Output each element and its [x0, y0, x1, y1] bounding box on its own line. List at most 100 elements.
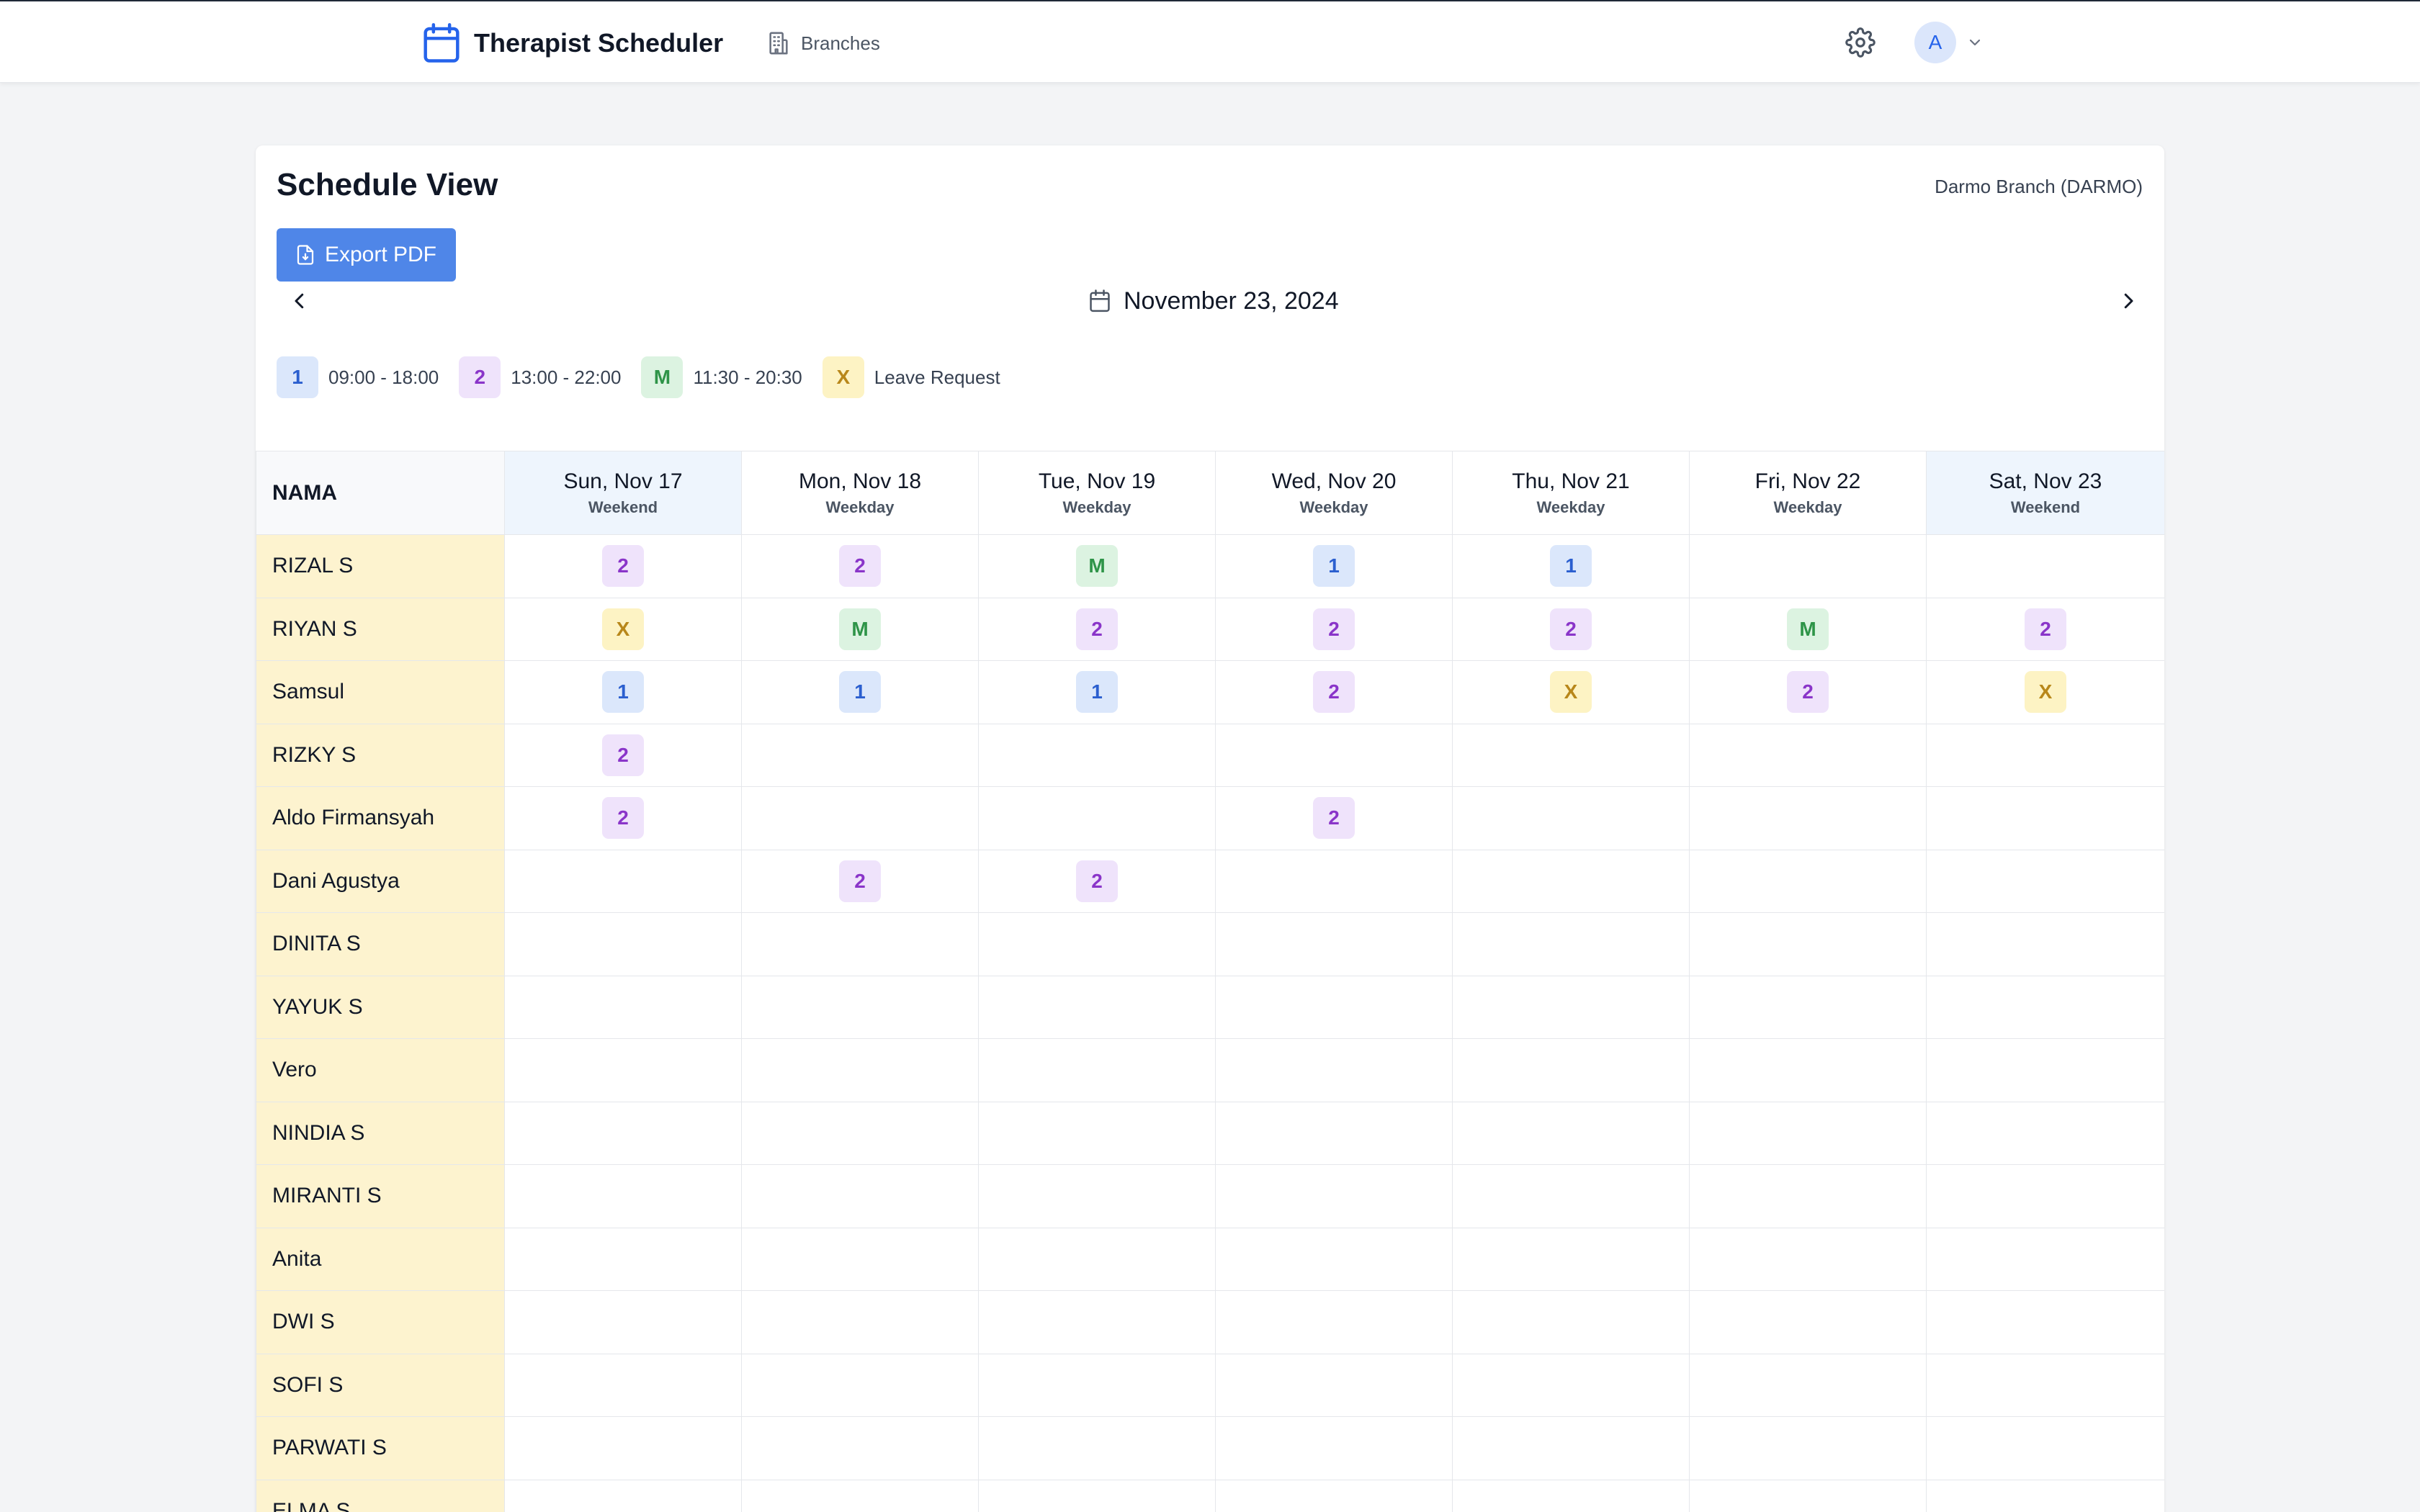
shift-badge[interactable]: 2 — [1076, 860, 1118, 902]
user-menu-button[interactable]: A — [1914, 22, 1984, 63]
schedule-cell[interactable] — [1215, 912, 1453, 976]
schedule-cell[interactable] — [1689, 1416, 1927, 1480]
schedule-cell[interactable]: 2 — [978, 597, 1216, 661]
schedule-cell[interactable] — [1689, 849, 1927, 913]
schedule-cell[interactable]: X — [1926, 660, 2164, 724]
schedule-cell[interactable] — [1452, 1227, 1690, 1291]
schedule-cell[interactable]: 2 — [504, 723, 742, 787]
schedule-cell[interactable] — [1215, 1290, 1453, 1354]
schedule-cell[interactable] — [1452, 975, 1690, 1039]
schedule-cell[interactable] — [1926, 1038, 2164, 1102]
shift-badge[interactable]: 1 — [1076, 671, 1118, 714]
schedule-cell[interactable] — [1926, 1479, 2164, 1512]
schedule-cell[interactable] — [1926, 1290, 2164, 1354]
schedule-cell[interactable] — [1689, 1038, 1927, 1102]
schedule-cell[interactable] — [1926, 849, 2164, 913]
shift-badge[interactable]: 2 — [839, 860, 881, 902]
schedule-cell[interactable] — [1215, 1479, 1453, 1512]
schedule-cell[interactable] — [741, 975, 979, 1039]
schedule-cell[interactable]: 2 — [504, 786, 742, 850]
schedule-cell[interactable] — [741, 1479, 979, 1512]
schedule-cell[interactable] — [978, 1101, 1216, 1165]
schedule-cell[interactable] — [1452, 1038, 1690, 1102]
shift-badge[interactable]: 2 — [1787, 671, 1829, 714]
schedule-cell[interactable] — [741, 912, 979, 976]
shift-badge[interactable]: 2 — [1313, 671, 1355, 714]
schedule-cell[interactable] — [741, 723, 979, 787]
shift-badge[interactable]: X — [2025, 671, 2066, 714]
schedule-cell[interactable] — [1215, 849, 1453, 913]
schedule-cell[interactable] — [504, 1479, 742, 1512]
shift-badge[interactable]: X — [602, 608, 644, 650]
schedule-cell[interactable] — [978, 1416, 1216, 1480]
shift-badge[interactable]: 2 — [1313, 608, 1355, 650]
schedule-cell[interactable] — [1689, 1353, 1927, 1417]
shift-badge[interactable]: M — [1076, 545, 1118, 588]
schedule-cell[interactable] — [1452, 849, 1690, 913]
schedule-cell[interactable] — [978, 912, 1216, 976]
shift-badge[interactable]: 2 — [1313, 797, 1355, 840]
nav-branches-link[interactable]: Branches — [766, 27, 880, 59]
schedule-cell[interactable] — [1452, 1290, 1690, 1354]
schedule-cell[interactable] — [1215, 1164, 1453, 1228]
schedule-cell[interactable]: 2 — [1689, 660, 1927, 724]
schedule-cell[interactable] — [1926, 1101, 2164, 1165]
schedule-cell[interactable]: X — [504, 597, 742, 661]
schedule-cell[interactable] — [978, 786, 1216, 850]
schedule-cell[interactable]: X — [1452, 660, 1690, 724]
next-week-button[interactable] — [2114, 287, 2143, 315]
previous-week-button[interactable] — [285, 287, 314, 315]
schedule-cell[interactable] — [1215, 1227, 1453, 1291]
schedule-cell[interactable] — [1215, 723, 1453, 787]
schedule-cell[interactable]: 2 — [1215, 660, 1453, 724]
schedule-cell[interactable] — [1689, 1164, 1927, 1228]
schedule-cell[interactable]: 1 — [1452, 534, 1690, 598]
schedule-cell[interactable] — [504, 1353, 742, 1417]
schedule-cell[interactable] — [504, 1227, 742, 1291]
schedule-cell[interactable] — [978, 1164, 1216, 1228]
schedule-cell[interactable] — [1689, 912, 1927, 976]
schedule-cell[interactable] — [741, 1101, 979, 1165]
shift-badge[interactable]: 2 — [1076, 608, 1118, 650]
export-pdf-button[interactable]: Export PDF — [277, 228, 456, 282]
schedule-cell[interactable] — [504, 1101, 742, 1165]
schedule-cell[interactable] — [978, 1353, 1216, 1417]
schedule-cell[interactable]: 1 — [978, 660, 1216, 724]
schedule-cell[interactable]: 2 — [741, 534, 979, 598]
schedule-cell[interactable] — [1215, 1416, 1453, 1480]
schedule-cell[interactable] — [1926, 723, 2164, 787]
schedule-cell[interactable] — [1452, 1353, 1690, 1417]
schedule-cell[interactable] — [741, 1164, 979, 1228]
shift-badge[interactable]: 2 — [1550, 608, 1592, 650]
schedule-cell[interactable] — [1215, 1038, 1453, 1102]
schedule-cell[interactable] — [1452, 1416, 1690, 1480]
schedule-cell[interactable] — [1689, 1101, 1927, 1165]
schedule-cell[interactable] — [504, 1290, 742, 1354]
schedule-cell[interactable] — [504, 975, 742, 1039]
schedule-cell[interactable] — [504, 1038, 742, 1102]
schedule-cell[interactable]: 2 — [1215, 786, 1453, 850]
schedule-cell[interactable] — [741, 1416, 979, 1480]
schedule-cell[interactable]: 1 — [741, 660, 979, 724]
schedule-cell[interactable]: M — [741, 597, 979, 661]
schedule-cell[interactable] — [1689, 1479, 1927, 1512]
settings-button[interactable] — [1845, 27, 1876, 58]
schedule-cell[interactable]: M — [1689, 597, 1927, 661]
shift-badge[interactable]: M — [839, 608, 881, 650]
schedule-cell[interactable] — [504, 849, 742, 913]
shift-badge[interactable]: 2 — [602, 797, 644, 840]
schedule-cell[interactable] — [1452, 786, 1690, 850]
schedule-cell[interactable] — [978, 1290, 1216, 1354]
shift-badge[interactable]: X — [1550, 671, 1592, 714]
schedule-cell[interactable]: 2 — [1215, 597, 1453, 661]
schedule-cell[interactable] — [1452, 912, 1690, 976]
shift-badge[interactable]: 1 — [602, 671, 644, 714]
schedule-cell[interactable] — [1926, 1164, 2164, 1228]
schedule-cell[interactable] — [1689, 1290, 1927, 1354]
schedule-cell[interactable] — [1926, 975, 2164, 1039]
schedule-cell[interactable] — [978, 1227, 1216, 1291]
schedule-cell[interactable] — [1452, 1479, 1690, 1512]
schedule-cell[interactable] — [741, 1353, 979, 1417]
schedule-cell[interactable]: 2 — [504, 534, 742, 598]
schedule-cell[interactable]: 2 — [741, 849, 979, 913]
